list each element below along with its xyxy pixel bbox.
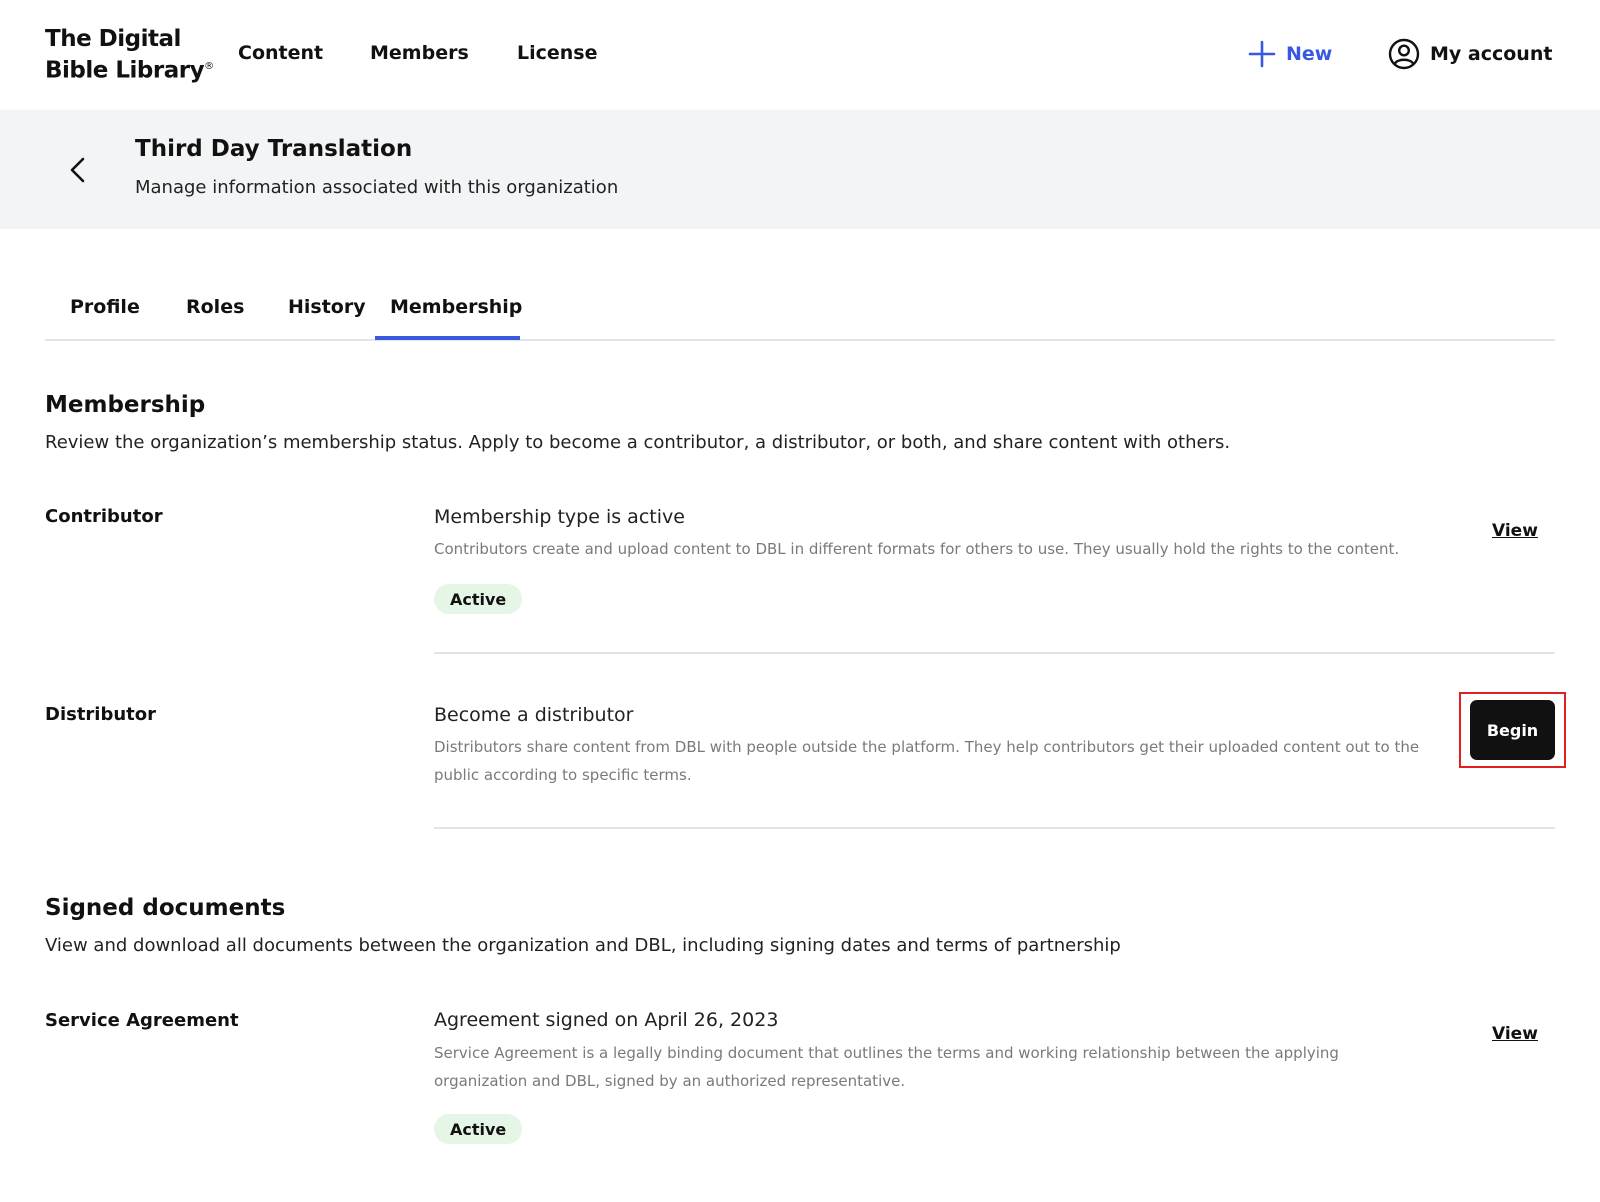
contributor-status-title: Membership type is active [434, 506, 685, 528]
distributor-description: Distributors share content from DBL with… [434, 738, 1420, 784]
service-agreement-label: Service Agreement [45, 1010, 239, 1031]
logo[interactable]: The Digital Bible Library® [45, 25, 214, 85]
chevron-left-icon [70, 157, 85, 183]
nav-link-license[interactable]: License [517, 42, 598, 64]
distributor-label: Distributor [45, 704, 157, 725]
contributor-view-link[interactable]: View [1492, 521, 1538, 541]
signed-documents-description: View and download all documents between … [45, 935, 1121, 956]
signed-documents-heading: Signed documents [45, 895, 286, 921]
divider [434, 827, 1555, 829]
registered-mark: ® [204, 61, 214, 72]
tab-history[interactable]: History [288, 296, 366, 318]
logo-line-2: Bible Library [45, 57, 205, 84]
begin-button[interactable]: Begin [1470, 700, 1555, 760]
service-agreement-status-badge: Active [434, 1114, 523, 1144]
new-button[interactable]: New [1248, 38, 1332, 70]
contributor-status-badge: Active [434, 584, 523, 614]
plus-icon [1248, 40, 1276, 68]
tab-roles[interactable]: Roles [186, 296, 244, 318]
page-title: Third Day Translation [135, 136, 413, 162]
nav-link-members[interactable]: Members [370, 42, 469, 64]
membership-heading: Membership [45, 392, 206, 418]
divider [434, 652, 1555, 654]
tab-bar: Profile Roles History Membership [45, 280, 1555, 341]
membership-description: Review the organization’s membership sta… [45, 432, 1231, 453]
nav-link-content[interactable]: Content [238, 42, 323, 64]
tab-membership[interactable]: Membership [390, 296, 522, 318]
service-agreement-description: Service Agreement is a legally binding d… [434, 1044, 1339, 1090]
distributor-title: Become a distributor [434, 704, 634, 726]
my-account-label: My account [1430, 43, 1553, 65]
contributor-label: Contributor [45, 506, 163, 527]
page-subtitle: Manage information associated with this … [135, 177, 619, 198]
back-button[interactable] [62, 154, 94, 186]
new-label: New [1286, 43, 1333, 65]
user-circle-icon [1388, 38, 1420, 70]
my-account-button[interactable]: My account [1388, 38, 1552, 70]
top-navigation: The Digital Bible Library® Content Membe… [0, 0, 1600, 110]
service-agreement-title: Agreement signed on April 26, 2023 [434, 1009, 779, 1031]
logo-line-1: The Digital [45, 26, 181, 52]
service-agreement-view-link[interactable]: View [1492, 1024, 1538, 1044]
active-tab-indicator [375, 336, 520, 340]
page-header: Third Day Translation Manage information… [0, 110, 1600, 229]
contributor-description: Contributors create and upload content t… [434, 540, 1400, 558]
tab-profile[interactable]: Profile [70, 296, 140, 318]
